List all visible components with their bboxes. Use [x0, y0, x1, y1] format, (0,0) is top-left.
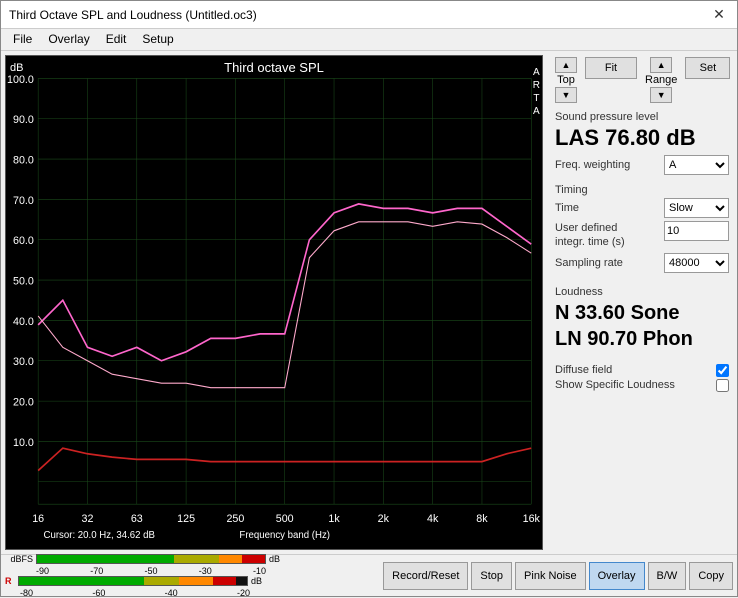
show-specific-label: Show Specific Loudness	[555, 379, 675, 391]
nav-controls: ▲ Top ▼ Fit ▲ Range ▼ Set	[555, 57, 729, 103]
record-reset-button[interactable]: Record/Reset	[383, 562, 468, 590]
l-meter-row: dBFS dB	[5, 554, 280, 564]
svg-text:50.0: 50.0	[13, 275, 34, 287]
show-specific-row: Show Specific Loudness	[555, 379, 729, 392]
freq-weighting-dropdown[interactable]: A C Z	[664, 155, 729, 175]
top-down-button[interactable]: ▼	[555, 87, 577, 103]
dbfs-section: dBFS dB	[5, 554, 280, 598]
range-nav-group: ▲ Range ▼	[645, 57, 677, 103]
scale-labels-top: -90 -70 -50 -30 -10	[36, 566, 280, 576]
svg-text:Frequency band (Hz): Frequency band (Hz)	[239, 530, 330, 541]
chart-svg: 100.0 90.0 80.0 70.0 60.0 50.0 40.0 30.0…	[6, 56, 542, 549]
main-window: Third Octave SPL and Loudness (Untitled.…	[0, 0, 738, 597]
diffuse-field-checkbox[interactable]	[716, 364, 729, 377]
range-up-button[interactable]: ▲	[650, 57, 672, 73]
user-defined-input[interactable]	[664, 221, 729, 241]
svg-text:125: 125	[177, 513, 195, 525]
bw-button[interactable]: B/W	[648, 562, 687, 590]
spl-section-label: Sound pressure level	[555, 111, 729, 123]
svg-text:16: 16	[32, 513, 44, 525]
loudness-label: Loudness	[555, 286, 729, 298]
time-label: Time	[555, 202, 579, 214]
freq-weighting-label: Freq. weighting	[555, 159, 630, 171]
spl-value: LAS 76.80 dB	[555, 125, 729, 151]
svg-text:32: 32	[82, 513, 94, 525]
time-row: Time Slow Fast	[555, 198, 729, 218]
svg-text:20.0: 20.0	[13, 396, 34, 408]
menu-overlay[interactable]: Overlay	[40, 31, 97, 48]
timing-section: Timing Time Slow Fast User defined integ…	[555, 184, 729, 276]
db-label-bottom: dB	[251, 576, 262, 586]
bottom-bar: dBFS dB	[1, 554, 737, 596]
svg-text:90.0: 90.0	[13, 114, 34, 126]
svg-text:16k: 16k	[523, 513, 541, 525]
top-nav-group: ▲ Top ▼	[555, 57, 577, 103]
freq-weighting-row: Freq. weighting A C Z	[555, 155, 729, 175]
overlay-button[interactable]: Overlay	[589, 562, 645, 590]
svg-text:63: 63	[131, 513, 143, 525]
top-label: Top	[557, 74, 575, 86]
timing-label: Timing	[555, 184, 729, 196]
range-label: Range	[645, 74, 677, 86]
svg-text:4k: 4k	[427, 513, 439, 525]
svg-text:100.0: 100.0	[7, 74, 34, 86]
r-meter: dB	[18, 576, 262, 586]
svg-text:2k: 2k	[378, 513, 390, 525]
pink-noise-button[interactable]: Pink Noise	[515, 562, 586, 590]
r-meter-row: R dB	[5, 576, 280, 586]
title-bar: Third Octave SPL and Loudness (Untitled.…	[1, 1, 737, 29]
diffuse-field-label: Diffuse field	[555, 364, 612, 376]
close-button[interactable]: ✕	[709, 5, 729, 25]
chart-area: Third octave SPL ARTA dB	[5, 55, 543, 550]
set-button[interactable]: Set	[685, 57, 730, 79]
svg-text:500: 500	[276, 513, 294, 525]
svg-text:10.0: 10.0	[13, 437, 34, 449]
r-channel-label: R	[5, 576, 15, 586]
svg-text:250: 250	[226, 513, 244, 525]
sampling-rate-dropdown[interactable]: 48000 44100	[664, 253, 729, 273]
dbfs-label: dBFS	[5, 554, 33, 564]
user-defined-row: User defined integr. time (s)	[555, 221, 729, 250]
menu-file[interactable]: File	[5, 31, 40, 48]
time-dropdown[interactable]: Slow Fast	[664, 198, 729, 218]
window-title: Third Octave SPL and Loudness (Untitled.…	[9, 8, 257, 22]
show-specific-checkbox[interactable]	[716, 379, 729, 392]
checkboxes-section: Diffuse field Show Specific Loudness	[555, 364, 729, 394]
svg-text:80.0: 80.0	[13, 154, 34, 166]
n-value: N 33.60 Sone	[555, 300, 729, 326]
user-defined-label: User defined integr. time (s)	[555, 221, 645, 250]
spl-section: Sound pressure level LAS 76.80 dB Freq. …	[555, 111, 729, 178]
svg-text:60.0: 60.0	[13, 235, 34, 247]
l-meter: dB	[36, 554, 280, 564]
right-panel: ▲ Top ▼ Fit ▲ Range ▼ Set Sound	[547, 51, 737, 554]
fit-button[interactable]: Fit	[585, 57, 637, 79]
top-up-button[interactable]: ▲	[555, 57, 577, 73]
loudness-section: Loudness N 33.60 Sone LN 90.70 Phon	[555, 286, 729, 352]
svg-text:70.0: 70.0	[13, 195, 34, 207]
svg-text:8k: 8k	[476, 513, 488, 525]
db-label-top: dB	[269, 554, 280, 564]
svg-text:1k: 1k	[328, 513, 340, 525]
copy-button[interactable]: Copy	[689, 562, 733, 590]
svg-text:30.0: 30.0	[13, 356, 34, 368]
svg-text:Cursor: 20.0 Hz, 34.62 dB: Cursor: 20.0 Hz, 34.62 dB	[44, 530, 156, 541]
svg-text:40.0: 40.0	[13, 316, 34, 328]
scale-labels-bottom: -80 -60 -40 -20	[20, 588, 280, 598]
sampling-rate-label: Sampling rate	[555, 257, 623, 269]
menu-edit[interactable]: Edit	[98, 31, 135, 48]
diffuse-field-row: Diffuse field	[555, 364, 729, 377]
ln-value: LN 90.70 Phon	[555, 326, 729, 352]
range-down-button[interactable]: ▼	[650, 87, 672, 103]
sampling-rate-row: Sampling rate 48000 44100	[555, 253, 729, 273]
stop-button[interactable]: Stop	[471, 562, 512, 590]
menu-bar: File Overlay Edit Setup	[1, 29, 737, 51]
main-content: Third octave SPL ARTA dB	[1, 51, 737, 554]
menu-setup[interactable]: Setup	[134, 31, 181, 48]
bottom-buttons: Record/Reset Stop Pink Noise Overlay B/W…	[383, 562, 733, 590]
